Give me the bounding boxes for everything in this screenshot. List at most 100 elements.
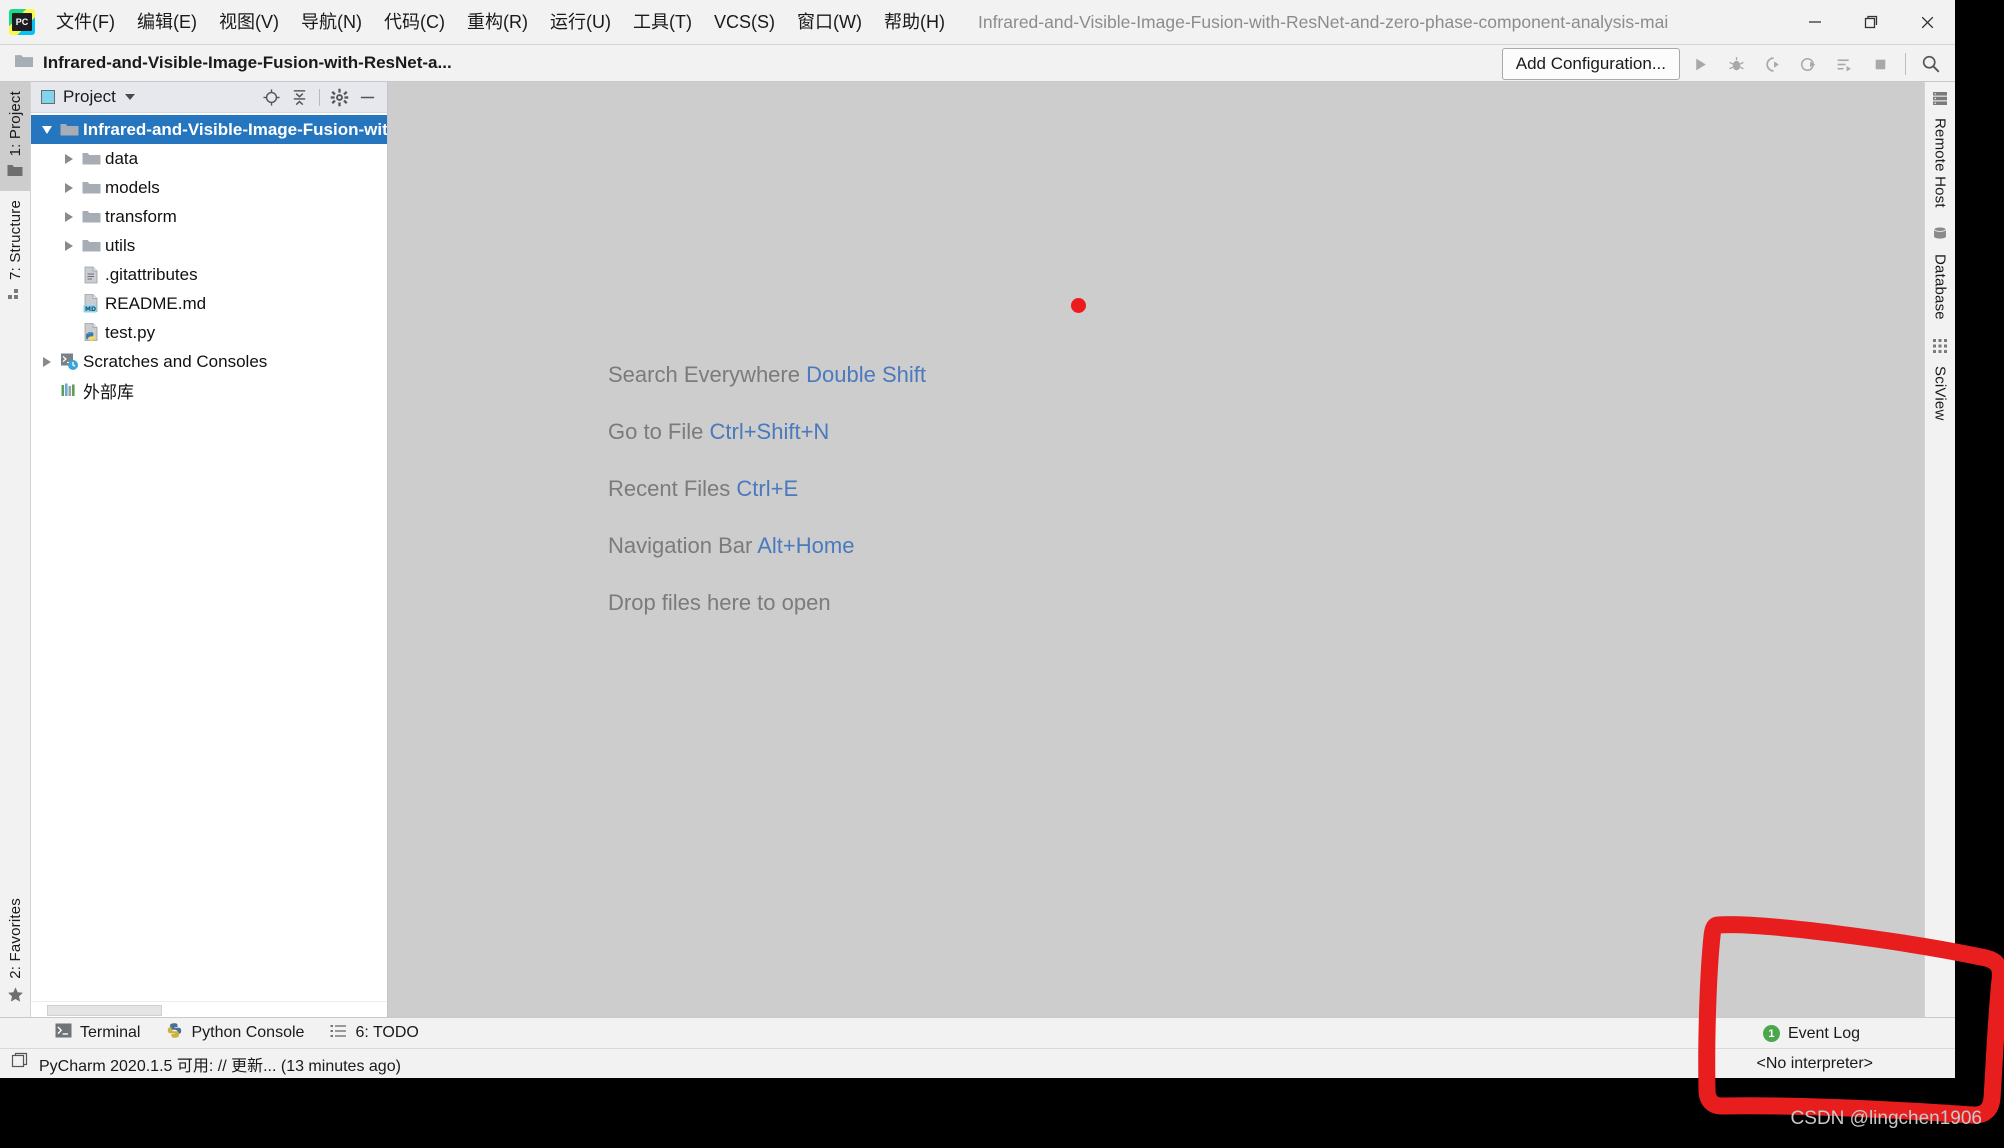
bottom-bar-right: 1 Event Log xyxy=(1708,1018,1955,1049)
menu-item-vcs[interactable]: VCS(S) xyxy=(703,7,786,37)
hint-recent-files: Recent Files Ctrl+E xyxy=(608,472,926,506)
tree-row-models[interactable]: models xyxy=(31,173,387,202)
tree-row-readme[interactable]: MD README.md xyxy=(31,289,387,318)
event-log-button[interactable]: 1 Event Log xyxy=(1750,1023,1873,1045)
project-panel-title: Project xyxy=(63,87,116,107)
menu-item-code[interactable]: 代码(C) xyxy=(373,7,456,37)
tree-row-data[interactable]: data xyxy=(31,144,387,173)
breadcrumb[interactable]: Infrared-and-Visible-Image-Fusion-with-R… xyxy=(14,53,452,74)
add-configuration-button[interactable]: Add Configuration... xyxy=(1502,48,1680,80)
twisty-right-icon[interactable] xyxy=(59,241,79,251)
tree-row-label: .gitattributes xyxy=(103,265,198,285)
collapse-all-icon[interactable] xyxy=(287,85,312,110)
editor-empty-area[interactable]: Search Everywhere Double Shift Go to Fil… xyxy=(388,82,1924,1017)
twisty-right-icon[interactable] xyxy=(59,154,79,164)
window-controls xyxy=(1787,0,1955,44)
panel-header-divider xyxy=(319,89,320,106)
star-icon xyxy=(7,986,24,1008)
twisty-right-icon[interactable] xyxy=(59,183,79,193)
pycharm-logo-icon xyxy=(9,9,35,35)
tree-row-label: transform xyxy=(103,207,177,227)
notification-icon xyxy=(11,1052,29,1075)
sidebar-item-project-label: 1: Project xyxy=(7,91,24,156)
text-file-icon xyxy=(79,266,103,284)
twisty-right-icon[interactable] xyxy=(59,212,79,222)
tree-row-gitattributes[interactable]: .gitattributes xyxy=(31,260,387,289)
main-toolbar: Infrared-and-Visible-Image-Fusion-with-R… xyxy=(0,44,1955,82)
right-tool-stripe: Remote Host Database xyxy=(1924,82,1955,1017)
python-file-icon xyxy=(79,323,103,342)
search-icon[interactable] xyxy=(1915,49,1947,79)
close-button[interactable] xyxy=(1899,0,1955,44)
run-icon[interactable] xyxy=(1684,49,1716,79)
minimize-button[interactable] xyxy=(1787,0,1843,44)
tree-row-project-root[interactable]: Infrared-and-Visible-Image-Fusion-with-R… xyxy=(31,115,387,144)
hint-drop-files: Drop files here to open xyxy=(608,586,926,620)
folder-icon xyxy=(14,53,34,74)
tree-row-label: utils xyxy=(103,236,135,256)
maximize-restore-button[interactable] xyxy=(1843,0,1899,44)
debug-icon[interactable] xyxy=(1720,49,1752,79)
project-tree-horizontal-scrollbar[interactable] xyxy=(31,1001,387,1017)
run-coverage-icon[interactable] xyxy=(1756,49,1788,79)
stripe-spacer xyxy=(0,315,30,889)
breadcrumb-label: Infrared-and-Visible-Image-Fusion-with-R… xyxy=(43,53,452,73)
menu-item-refactor[interactable]: 重构(R) xyxy=(456,7,539,37)
tool-window-python-console[interactable]: Python Console xyxy=(153,1020,317,1046)
hint-shortcut-label: Double Shift xyxy=(806,362,926,387)
hide-minus-icon[interactable] xyxy=(355,85,380,110)
menu-item-navigate[interactable]: 导航(N) xyxy=(290,7,373,37)
chevron-down-icon[interactable] xyxy=(125,94,135,100)
bottom-tool-window-bar: Terminal Python Console xyxy=(0,1017,1955,1048)
tree-row-transform[interactable]: transform xyxy=(31,202,387,231)
event-log-badge: 1 xyxy=(1763,1025,1780,1042)
stop-icon[interactable] xyxy=(1864,49,1896,79)
status-message-area[interactable]: PyCharm 2020.1.5 可用: // 更新... (13 minute… xyxy=(11,1052,401,1076)
sciview-grid-icon xyxy=(1932,338,1948,359)
sidebar-item-favorites[interactable]: 2: Favorites xyxy=(0,889,30,1017)
sidebar-item-database[interactable]: Database xyxy=(1925,217,1955,329)
locate-icon[interactable] xyxy=(259,85,284,110)
sidebar-item-project[interactable]: 1: Project xyxy=(0,82,30,191)
tree-row-utils[interactable]: utils xyxy=(31,231,387,260)
scrollbar-thumb[interactable] xyxy=(47,1005,162,1016)
menu-item-edit[interactable]: 编辑(E) xyxy=(126,7,208,37)
settings-gear-icon[interactable] xyxy=(327,85,352,110)
sidebar-item-remote-host[interactable]: Remote Host xyxy=(1925,82,1955,217)
status-message: PyCharm 2020.1.5 可用: // 更新... (13 minute… xyxy=(39,1052,401,1076)
screenshot-root: 文件(F) 编辑(E) 视图(V) 导航(N) 代码(C) 重构(R) 运行(U… xyxy=(0,0,2004,1148)
menu-item-help[interactable]: 帮助(H) xyxy=(873,7,956,37)
menu-item-tools[interactable]: 工具(T) xyxy=(622,7,703,37)
tree-row-test-py[interactable]: test.py xyxy=(31,318,387,347)
python-icon xyxy=(166,1022,183,1044)
menu-item-window[interactable]: 窗口(W) xyxy=(786,7,873,37)
run-with-console-icon[interactable] xyxy=(1828,49,1860,79)
database-icon xyxy=(1932,226,1948,247)
interpreter-widget[interactable]: <No interpreter> xyxy=(1756,1049,1873,1079)
ide-body: 1: Project 7: Structure xyxy=(0,82,1955,1017)
profile-icon[interactable] xyxy=(1792,49,1824,79)
tool-window-python-console-label: Python Console xyxy=(191,1024,304,1042)
tree-row-label: Scratches and Consoles xyxy=(81,352,267,372)
sidebar-item-sciview[interactable]: SciView xyxy=(1925,329,1955,429)
sidebar-item-structure[interactable]: 7: Structure xyxy=(0,191,30,315)
scratches-icon xyxy=(57,352,81,371)
tree-row-label: data xyxy=(103,149,138,169)
twisty-right-icon[interactable] xyxy=(37,357,57,367)
red-dot-annotation xyxy=(1071,298,1086,313)
project-tree[interactable]: Infrared-and-Visible-Image-Fusion-with-R… xyxy=(31,113,387,1001)
project-view-icon xyxy=(41,90,55,104)
tool-window-todo[interactable]: 6: TODO xyxy=(317,1022,431,1045)
twisty-down-icon[interactable] xyxy=(37,126,57,134)
tree-row-scratches[interactable]: Scratches and Consoles xyxy=(31,347,387,376)
tree-row-label: Infrared-and-Visible-Image-Fusion-with-R… xyxy=(81,120,387,140)
menu-item-file[interactable]: 文件(F) xyxy=(45,7,126,37)
tree-row-external-libraries[interactable]: 外部库 xyxy=(31,376,387,405)
tool-window-terminal[interactable]: Terminal xyxy=(42,1021,153,1045)
folder-icon xyxy=(79,209,103,224)
csdn-watermark: CSDN @lingchen1906 xyxy=(1791,1108,1982,1130)
status-bar: PyCharm 2020.1.5 可用: // 更新... (13 minute… xyxy=(0,1048,1955,1078)
sidebar-item-remote-host-label: Remote Host xyxy=(1932,118,1949,208)
menu-item-view[interactable]: 视图(V) xyxy=(208,7,290,37)
menu-item-run[interactable]: 运行(U) xyxy=(539,7,622,37)
